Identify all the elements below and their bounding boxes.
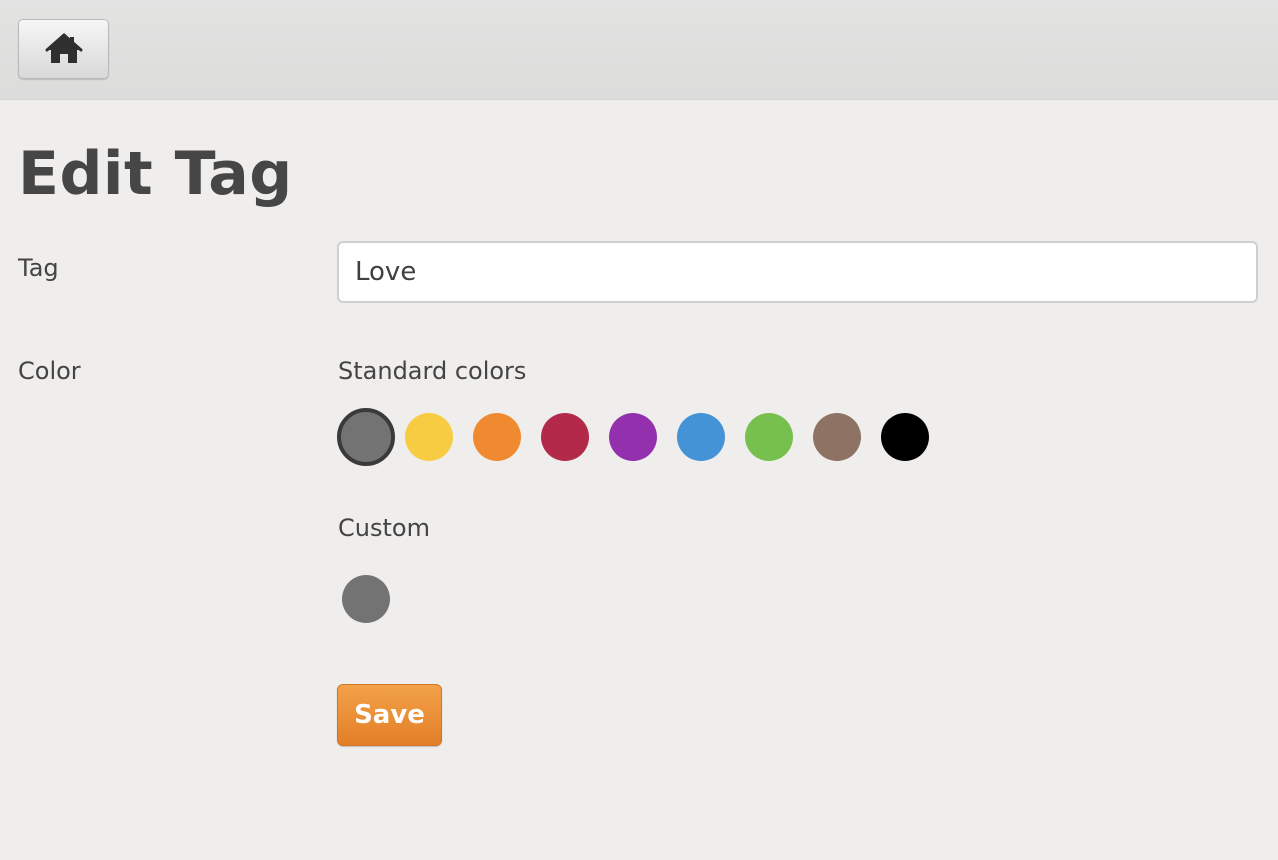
save-button[interactable]: Save <box>337 684 442 746</box>
tag-input[interactable] <box>337 241 1258 303</box>
top-toolbar <box>0 0 1278 100</box>
color-swatch-green[interactable] <box>745 413 793 461</box>
page-title: Edit Tag <box>18 139 293 209</box>
color-swatch-purple[interactable] <box>609 413 657 461</box>
color-label: Color <box>18 357 81 385</box>
color-swatch-crimson[interactable] <box>541 413 589 461</box>
color-swatch-orange[interactable] <box>473 413 521 461</box>
color-swatch-brown[interactable] <box>813 413 861 461</box>
custom-colors-heading: Custom <box>338 514 430 542</box>
tag-label: Tag <box>18 254 59 282</box>
home-button[interactable] <box>18 19 109 79</box>
standard-colors-heading: Standard colors <box>338 357 527 385</box>
color-swatch-gray[interactable] <box>337 408 395 466</box>
color-swatch-blue[interactable] <box>677 413 725 461</box>
color-swatch-black[interactable] <box>881 413 929 461</box>
home-icon <box>45 33 83 65</box>
color-swatch-yellow[interactable] <box>405 413 453 461</box>
custom-color-swatch[interactable] <box>342 575 390 623</box>
standard-color-swatches <box>337 408 929 466</box>
